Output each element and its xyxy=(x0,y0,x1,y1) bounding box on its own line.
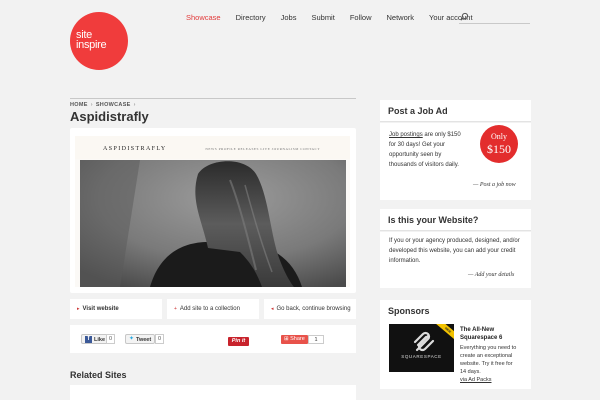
facebook-like-button[interactable]: f Like xyxy=(81,334,110,344)
arrow-left-icon: ◂ xyxy=(271,306,274,312)
go-back-button[interactable]: ◂ Go back, continue browsing xyxy=(264,299,356,319)
job-ad-line-2: for 30 days! Get your xyxy=(389,142,446,148)
ad-body-line-3: website. Try it free for xyxy=(460,361,513,367)
breadcrumb-home[interactable]: HOME xyxy=(70,102,88,108)
visit-website-button[interactable]: ▸ Visit website xyxy=(70,299,162,319)
main-nav: Showcase Directory Jobs Submit Follow Ne… xyxy=(186,13,488,22)
ad-body-line-1: Everything you need to xyxy=(460,345,517,351)
your-site-line-3: information. xyxy=(389,258,421,264)
preview-site-logo: ASPIDISTRAFLY xyxy=(103,146,167,152)
pin-it-button[interactable]: Pin it xyxy=(228,337,249,346)
facebook-icon: f xyxy=(85,336,92,344)
ad-title-line-1: The All-New xyxy=(460,327,495,333)
add-to-collection-button[interactable]: + Add site to a collection xyxy=(167,299,259,319)
preview-photo xyxy=(80,160,346,287)
like-label: Like xyxy=(94,337,106,343)
ad-body-line-2: create an exceptional xyxy=(460,353,513,359)
go-back-label: Go back, continue browsing xyxy=(276,306,351,312)
related-sites-list xyxy=(70,385,356,400)
nav-showcase[interactable]: Showcase xyxy=(186,13,221,22)
badge-price: $150 xyxy=(487,142,511,156)
ad-title-line-2: Squarespace 6 xyxy=(460,335,503,341)
add-to-collection-label: Add site to a collection xyxy=(179,306,240,312)
search-input[interactable] xyxy=(459,23,530,24)
like-count: 0 xyxy=(106,334,116,344)
job-ad-line-3: opportunity seen by xyxy=(389,152,442,158)
post-job-link[interactable]: — Post a job now xyxy=(473,182,516,188)
your-site-line-2: developed this website, you can add your… xyxy=(389,248,516,254)
add-details-link[interactable]: — Add your details xyxy=(468,272,514,278)
tweet-label: Tweet xyxy=(136,337,152,343)
job-ad-heading: Post a Job Ad xyxy=(380,100,531,122)
siteinspire-logo[interactable]: site inspire xyxy=(70,12,128,70)
twitter-icon: ✦ xyxy=(129,336,135,343)
job-ad-line-1: are only $150 xyxy=(422,132,461,138)
nav-network[interactable]: Network xyxy=(387,13,415,22)
nav-directory[interactable]: Directory xyxy=(236,13,266,22)
chevron-right-icon: › xyxy=(90,102,93,108)
search-icon[interactable] xyxy=(459,12,469,22)
ad-body-line-4: 14 days. xyxy=(460,369,481,375)
preview-site-menu: NEWS PROFILE RELEASES LIVE JOURNALISM CO… xyxy=(205,147,320,151)
plus-icon: + xyxy=(174,306,177,312)
your-site-heading: Is this your Website? xyxy=(380,209,531,231)
logo-line-2: inspire xyxy=(76,39,107,51)
your-site-text: If you or your agency produced, designed… xyxy=(389,236,520,266)
via-ad-packs-link[interactable]: via Ad Packs xyxy=(460,377,492,383)
your-site-line-1: If you or your agency produced, designed… xyxy=(389,238,520,244)
site-screenshot[interactable]: ASPIDISTRAFLY NEWS PROFILE RELEASES LIVE… xyxy=(75,136,350,287)
breadcrumb: HOME › SHOWCASE › xyxy=(70,102,139,108)
nav-submit[interactable]: Submit xyxy=(311,13,334,22)
share-icon: ⊞ xyxy=(284,336,289,342)
ad-description: Everything you need to create an excepti… xyxy=(460,344,516,376)
price-badge: Only $150 xyxy=(480,125,518,163)
squarespace-wordmark: SQUARESPACE xyxy=(401,354,442,359)
squarespace-ad-image[interactable]: SQUARESPACE NEW xyxy=(389,324,454,372)
visit-website-label: Visit website xyxy=(82,306,119,312)
nav-follow[interactable]: Follow xyxy=(350,13,372,22)
share-count: 1 xyxy=(308,335,324,344)
badge-top-text: Only xyxy=(491,132,507,141)
share-label: Share xyxy=(290,336,305,342)
job-ad-line-4: thousands of visitors daily. xyxy=(389,162,459,168)
ad-title[interactable]: The All-New Squarespace 6 xyxy=(460,326,502,342)
job-ad-text: Job postings are only $150 for 30 days! … xyxy=(389,130,461,170)
breadcrumb-showcase[interactable]: SHOWCASE xyxy=(96,102,131,108)
arrow-right-icon: ▸ xyxy=(77,306,80,312)
divider xyxy=(70,98,356,99)
related-sites-heading: Related Sites xyxy=(70,370,127,380)
share-button[interactable]: ⊞ Share xyxy=(281,335,308,344)
chevron-right-icon: › xyxy=(133,102,136,108)
nav-jobs[interactable]: Jobs xyxy=(281,13,297,22)
tweet-count: 0 xyxy=(155,334,165,344)
tweet-button[interactable]: ✦ Tweet xyxy=(125,334,156,344)
page-title: Aspidistrafly xyxy=(70,109,149,124)
preview-site-header: ASPIDISTRAFLY NEWS PROFILE RELEASES LIVE… xyxy=(75,136,350,159)
site-preview-card: ASPIDISTRAFLY NEWS PROFILE RELEASES LIVE… xyxy=(70,128,356,293)
job-postings-link[interactable]: Job postings xyxy=(389,132,423,138)
photo-illustration xyxy=(80,160,346,287)
